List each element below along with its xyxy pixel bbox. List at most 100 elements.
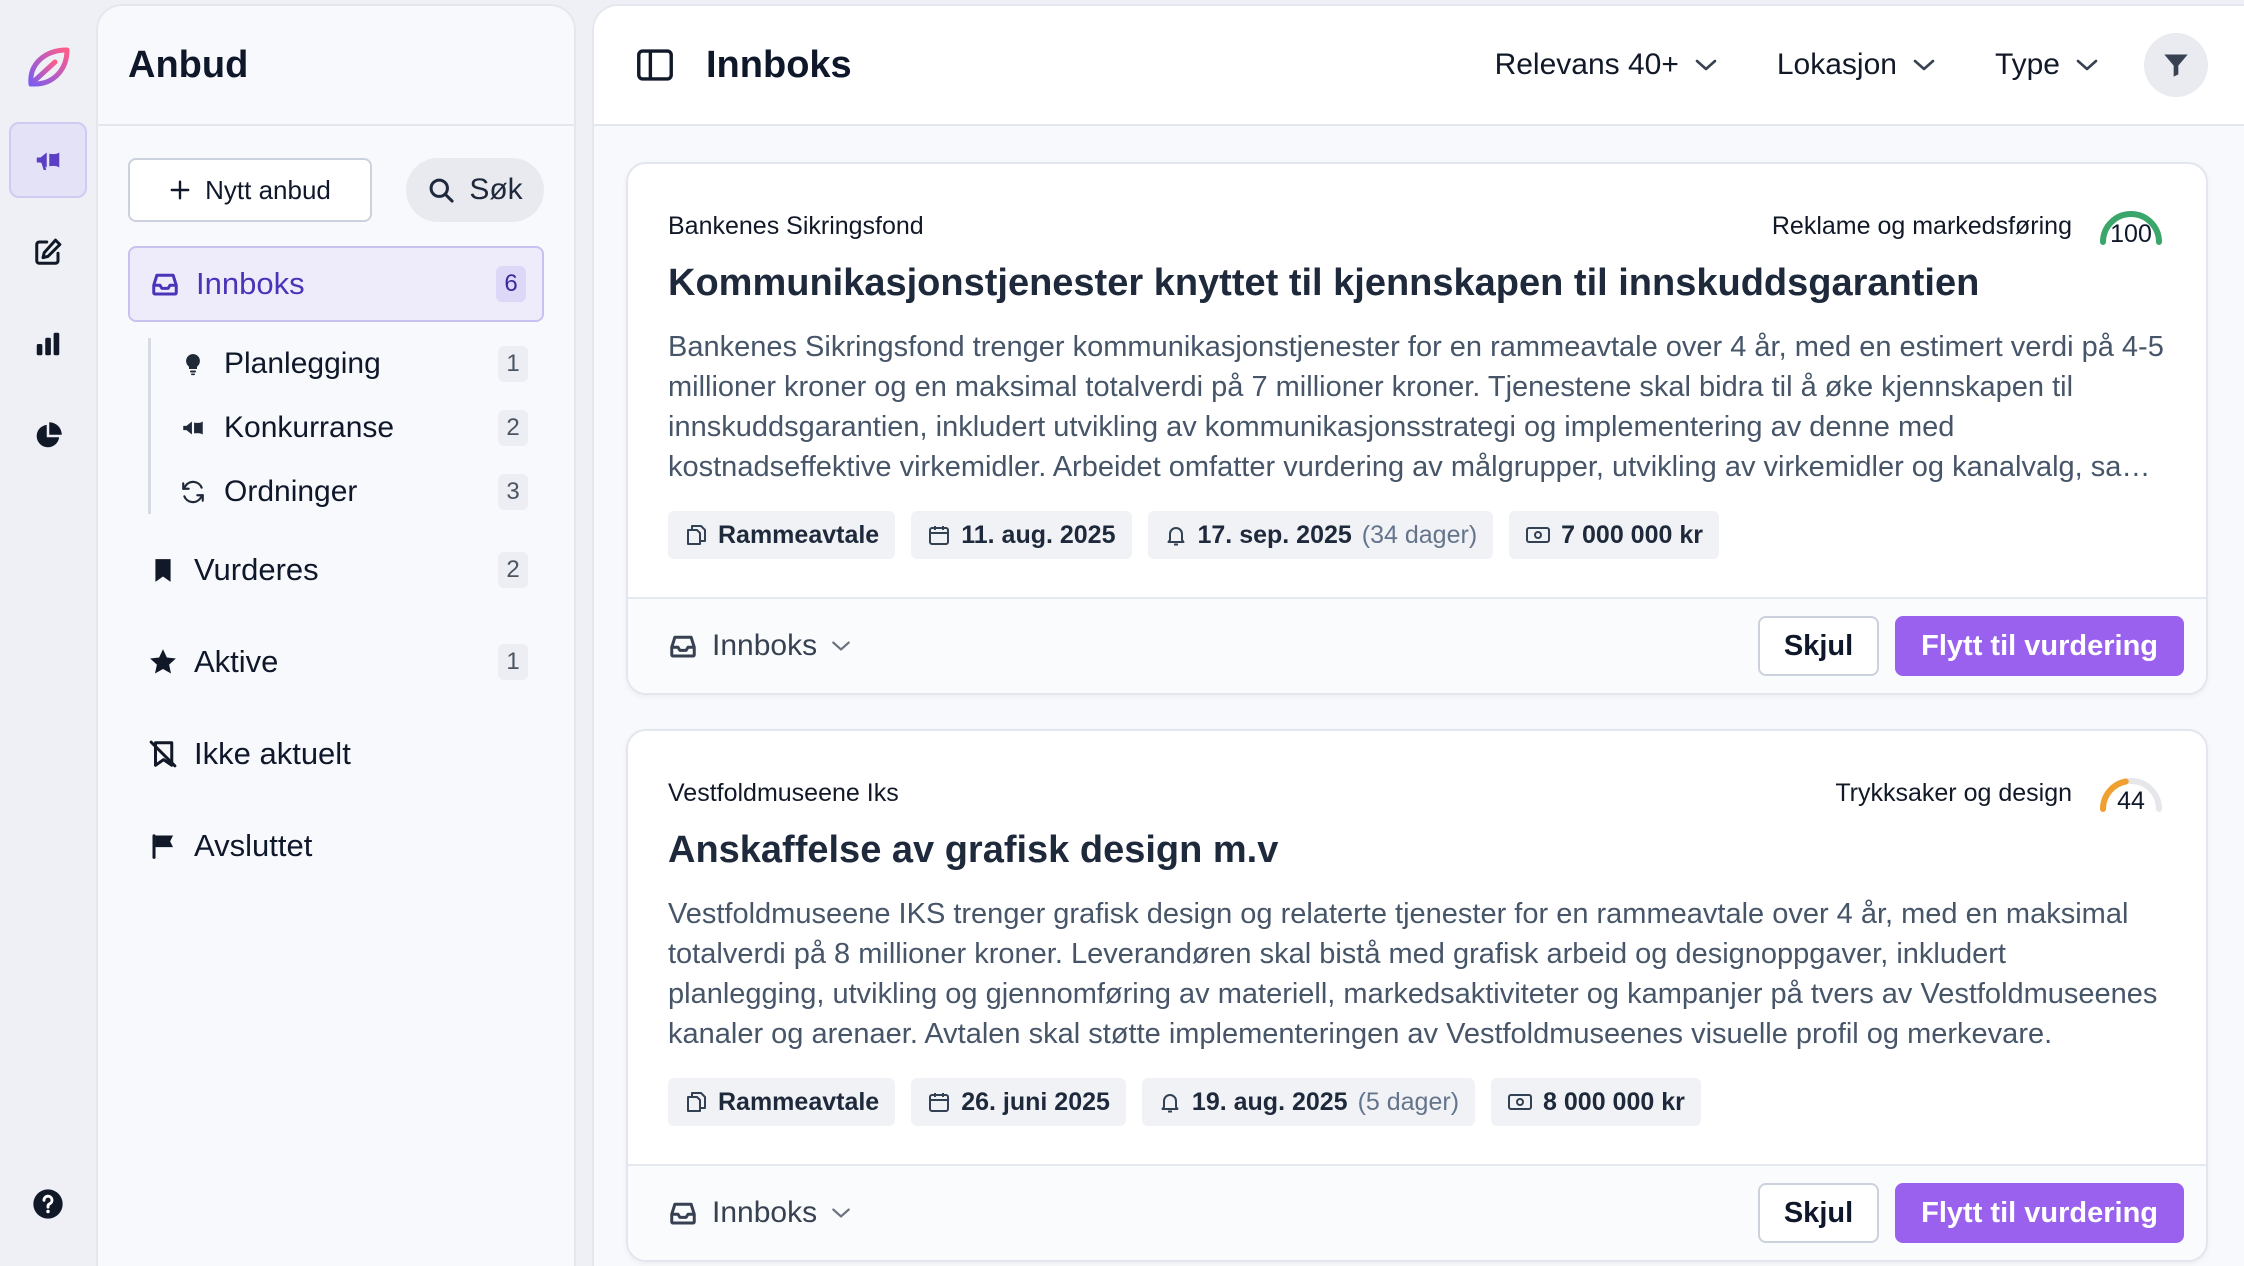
megaphone-icon	[176, 415, 210, 441]
location-filter[interactable]: Lokasjon	[1777, 48, 1935, 82]
move-to-assess-button[interactable]: Flytt til vurdering	[1895, 1183, 2184, 1243]
lightbulb-icon	[176, 351, 210, 377]
tender-title[interactable]: Anskaffelse av grafisk design m.v	[668, 829, 2166, 872]
deadline-date: 17. sep. 2025	[1197, 520, 1352, 549]
nav-count-competition: 2	[498, 410, 528, 446]
nav-label-schemes: Ordninger	[224, 475, 358, 508]
category-wrap: Reklame og markedsføring 100	[1772, 204, 2166, 248]
hide-button[interactable]: Skjul	[1757, 616, 1880, 676]
nav-label-finished: Avsluttet	[194, 828, 313, 863]
chevron-down-icon	[832, 1208, 850, 1218]
status-label: Innboks	[712, 1196, 818, 1229]
card-footer: Innboks Skjul Flytt til vurdering	[628, 1164, 2206, 1260]
pie-chart-icon	[36, 422, 62, 448]
refresh-icon	[176, 479, 210, 505]
card-footer: Innboks Skjul Flytt til vurdering	[628, 597, 2206, 693]
rail-stats-button[interactable]	[9, 306, 87, 382]
new-tender-label: Nytt anbud	[205, 174, 331, 205]
contract-type: Rammeavtale	[718, 1087, 880, 1116]
main-header: Innboks Relevans 40+ Lokasjon Type	[594, 6, 2244, 126]
tender-title[interactable]: Kommunikasjonstjenester knyttet til kjen…	[668, 262, 2166, 305]
panel-header: Anbud	[98, 6, 574, 126]
score-value: 44	[2117, 787, 2145, 815]
category-label: Trykksaker og design	[1835, 778, 2072, 807]
tender-value: 8 000 000 kr	[1543, 1087, 1685, 1116]
new-tender-button[interactable]: Nytt anbud	[128, 158, 372, 222]
status-label: Innboks	[712, 629, 818, 662]
nav-item-inbox[interactable]: Innboks 6	[128, 246, 544, 322]
relevance-score: 100	[2096, 204, 2166, 248]
category-wrap: Trykksaker og design 44	[1835, 771, 2166, 815]
help-icon	[33, 1189, 63, 1219]
value-chip: 7 000 000 kr	[1509, 511, 1719, 559]
category-label: Reklame og markedsføring	[1771, 211, 2072, 240]
panel-title: Anbud	[128, 44, 249, 86]
inbox-icon	[148, 269, 182, 299]
nav-item-finished[interactable]: Avsluttet	[128, 800, 544, 892]
tender-card[interactable]: Bankenes Sikringsfond Reklame og markeds…	[626, 162, 2208, 695]
alarm-icon	[1161, 1094, 1179, 1113]
sidebar-toggle-icon[interactable]	[636, 48, 674, 82]
type-filter[interactable]: Type	[1995, 48, 2098, 82]
app: Anbud Nytt anbud Søk Innboks 6 Planleggi…	[0, 0, 2244, 1266]
nav-count-inbox: 6	[496, 266, 526, 302]
search-label: Søk	[469, 173, 523, 206]
hide-button[interactable]: Skjul	[1757, 1183, 1880, 1243]
money-icon	[1526, 527, 1551, 543]
nav-item-schemes[interactable]: Ordninger 3	[176, 460, 544, 524]
status-select[interactable]: Innboks	[668, 629, 1758, 663]
nav-item-assess[interactable]: Vurderes 2	[128, 524, 544, 616]
tender-meta: Rammeavtale 11. aug. 2025 17. sep. 2025 …	[668, 511, 2166, 559]
nav-label-assess: Vurderes	[194, 552, 319, 587]
chevron-down-icon	[1913, 59, 1935, 71]
nav-item-planning[interactable]: Planlegging 1	[176, 332, 544, 396]
chevron-down-icon	[2076, 59, 2098, 71]
inbox-icon	[670, 1202, 696, 1225]
relevance-score: 44	[2096, 771, 2166, 815]
nav-count-active: 1	[498, 644, 528, 680]
alarm-icon	[1167, 527, 1184, 546]
nav-item-competition[interactable]: Konkurranse 2	[176, 396, 544, 460]
inbox-icon	[670, 635, 696, 658]
rail-tenders-button[interactable]	[9, 122, 87, 198]
deadline-chip: 17. sep. 2025 (34 dager)	[1147, 511, 1494, 559]
tender-card[interactable]: Vestfoldmuseene Iks Trykksaker og design…	[626, 729, 2208, 1262]
value-chip: 8 000 000 kr	[1491, 1078, 1701, 1126]
documents-icon	[687, 1092, 706, 1112]
rail-edit-button[interactable]	[9, 214, 87, 290]
status-select[interactable]: Innboks	[668, 1196, 1758, 1230]
relevance-filter-label: Relevans 40+	[1494, 48, 1679, 81]
filter-button[interactable]	[2144, 33, 2208, 97]
search-button[interactable]: Søk	[406, 158, 544, 222]
documents-icon	[687, 525, 706, 545]
app-logo-icon[interactable]	[21, 40, 75, 94]
nav-count-planning: 1	[498, 346, 528, 382]
published-date: 11. aug. 2025	[961, 520, 1116, 549]
card-body: Vestfoldmuseene Iks Trykksaker og design…	[628, 731, 2206, 1164]
nav-item-active[interactable]: Aktive 1	[128, 616, 544, 708]
card-body: Bankenes Sikringsfond Reklame og markeds…	[628, 164, 2206, 597]
nav-item-irrelevant[interactable]: Ikke aktuelt	[128, 708, 544, 800]
nav-label-active: Aktive	[194, 644, 279, 679]
tender-value: 7 000 000 kr	[1561, 520, 1703, 549]
tender-description: Bankenes Sikringsfond trenger kommunikas…	[668, 331, 2164, 483]
calendar-icon	[929, 1093, 950, 1112]
star-icon	[146, 647, 180, 677]
panel-actions: Nytt anbud Søk	[98, 126, 574, 222]
nav-label-planning: Planlegging	[224, 347, 381, 380]
calendar-icon	[929, 526, 950, 545]
move-to-assess-button[interactable]: Flytt til vurdering	[1895, 616, 2184, 676]
card-top: Vestfoldmuseene Iks Trykksaker og design…	[668, 771, 2166, 815]
bookmark-slash-icon	[146, 739, 180, 769]
plus-icon	[170, 180, 190, 200]
rail-reports-button[interactable]	[9, 398, 87, 474]
chevron-down-icon	[1695, 59, 1717, 71]
relevance-filter[interactable]: Relevans 40+	[1495, 48, 1717, 82]
location-filter-label: Lokasjon	[1776, 48, 1897, 81]
megaphone-icon	[36, 152, 60, 170]
contract-type-chip: Rammeavtale	[668, 511, 896, 559]
buyer-name: Vestfoldmuseene Iks	[668, 778, 899, 807]
help-button[interactable]	[9, 1166, 87, 1242]
bookmark-icon	[146, 555, 180, 585]
nav-count-schemes: 3	[498, 474, 528, 510]
